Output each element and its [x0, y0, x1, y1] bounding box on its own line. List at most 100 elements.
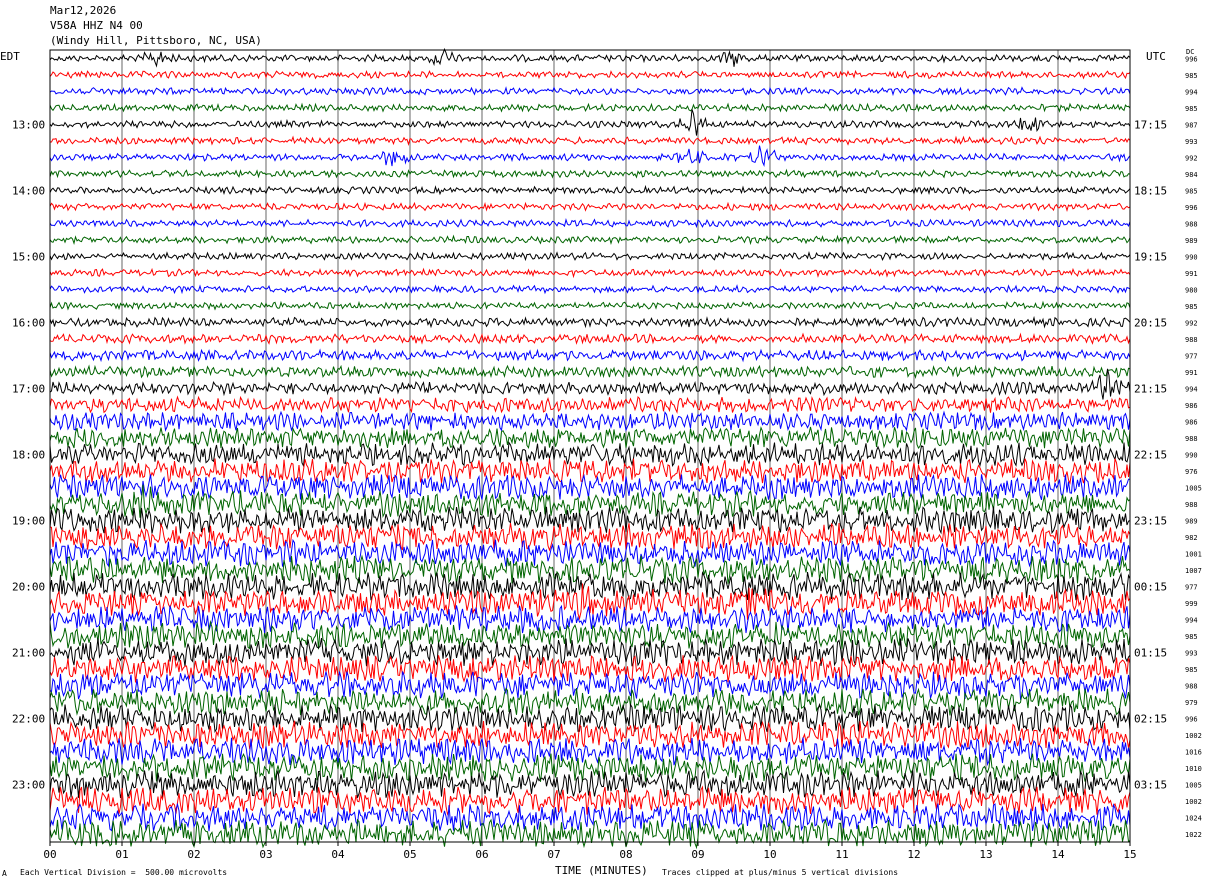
dc-offset-label: 988 — [1185, 220, 1198, 228]
trace-40 — [49, 702, 1131, 734]
dc-offset-label: 1001 — [1185, 550, 1202, 558]
dc-offset-label: 988 — [1185, 435, 1198, 443]
clip-note: Traces clipped at plus/minus 5 vertical … — [662, 868, 899, 877]
x-tick-label-06: 06 — [475, 848, 488, 861]
x-tick-label-13: 13 — [979, 848, 992, 861]
dc-offset-label: 993 — [1185, 649, 1198, 657]
right-time-label: 03:15 — [1134, 778, 1167, 791]
dc-offset-label: 991 — [1185, 270, 1198, 278]
dc-offset-label: 1005 — [1185, 484, 1202, 492]
trace-8 — [49, 184, 1131, 196]
corner-mark: A — [2, 869, 7, 878]
left-time-label: 23:00 — [12, 778, 45, 791]
dc-offset-label: 1002 — [1185, 798, 1202, 806]
left-time-label: 18:00 — [12, 448, 45, 461]
x-tick-label-11: 11 — [835, 848, 848, 861]
x-tick-label-02: 02 — [187, 848, 200, 861]
trace-11 — [49, 234, 1131, 246]
trace-27 — [49, 484, 1131, 519]
trace-39 — [49, 687, 1131, 717]
dc-offset-label: 1010 — [1185, 765, 1202, 773]
dc-offset-label: 987 — [1185, 121, 1198, 129]
trace-5 — [50, 135, 1131, 146]
dc-offset-label: 996 — [1185, 715, 1198, 723]
trace-26 — [49, 473, 1130, 501]
trace-15 — [49, 300, 1131, 311]
dc-offset-label: 994 — [1185, 385, 1198, 393]
dc-offset-label: 1007 — [1185, 567, 1202, 575]
trace-19 — [49, 364, 1131, 379]
dc-offset-label: 994 — [1185, 616, 1198, 624]
left-time-label: 21:00 — [12, 646, 45, 659]
trace-22 — [49, 410, 1131, 432]
trace-31 — [49, 554, 1131, 585]
right-time-label: 23:15 — [1134, 514, 1167, 527]
trace-7 — [49, 168, 1131, 179]
trace-43 — [49, 752, 1131, 784]
dc-offset-label: 1016 — [1185, 748, 1202, 756]
right-time-label: 02:15 — [1134, 712, 1167, 725]
dc-offset-label: 982 — [1185, 534, 1198, 542]
dc-offset-label: 977 — [1185, 352, 1198, 360]
dc-offset-label: 996 — [1185, 204, 1198, 212]
trace-45 — [49, 785, 1131, 816]
trace-4 — [49, 109, 1131, 136]
dc-offset-label: 992 — [1185, 154, 1198, 162]
dc-offset-label: 980 — [1185, 286, 1198, 294]
dc-offset-label: 986 — [1185, 402, 1198, 410]
x-tick-label-14: 14 — [1051, 848, 1065, 861]
trace-10 — [49, 217, 1131, 229]
x-tick-label-15: 15 — [1123, 848, 1136, 861]
trace-1 — [49, 69, 1131, 80]
dc-offset-label: 985 — [1185, 633, 1198, 641]
dc-offset-label: 1024 — [1185, 814, 1202, 822]
dc-offset-label: 985 — [1185, 105, 1198, 113]
left-time-label: 15:00 — [12, 250, 45, 263]
x-tick-label-07: 07 — [547, 848, 560, 861]
x-axis-title: TIME (MINUTES) — [555, 864, 648, 877]
dc-offset-label: 989 — [1185, 517, 1198, 525]
dc-offset-label: 1002 — [1185, 732, 1202, 740]
x-tick-label-01: 01 — [115, 848, 128, 861]
x-tick-label-04: 04 — [331, 848, 345, 861]
dc-offset-label: 985 — [1185, 303, 1198, 311]
right-time-label: 18:15 — [1134, 184, 1167, 197]
dc-offset-label: 1022 — [1185, 831, 1202, 839]
dc-offset-label: 990 — [1185, 253, 1198, 261]
dc-offset-label: 988 — [1185, 336, 1198, 344]
trace-46 — [49, 802, 1131, 832]
trace-6 — [49, 145, 1131, 167]
scale-note: Each Vertical Division = 500.00 microvol… — [20, 868, 228, 877]
trace-13 — [49, 267, 1131, 279]
x-tick-label-12: 12 — [907, 848, 920, 861]
trace-12 — [49, 251, 1131, 262]
trace-9 — [49, 201, 1131, 213]
trace-28 — [49, 506, 1131, 535]
x-tick-label-10: 10 — [763, 848, 776, 861]
dc-offset-label: 993 — [1185, 138, 1198, 146]
left-time-label: 14:00 — [12, 184, 45, 197]
right-time-label: 01:15 — [1134, 646, 1167, 659]
dc-offset-label: 996 — [1185, 55, 1198, 63]
dc-offset-label: 988 — [1185, 501, 1198, 509]
trace-2 — [49, 86, 1131, 97]
trace-23 — [49, 426, 1131, 450]
x-tick-label-09: 09 — [691, 848, 704, 861]
dc-offset-label: 986 — [1185, 418, 1198, 426]
dc-offset-label: 984 — [1185, 171, 1198, 179]
x-tick-label-03: 03 — [259, 848, 272, 861]
left-time-label: 16:00 — [12, 316, 45, 329]
dc-offset-label: 985 — [1185, 187, 1198, 195]
left-time-label: 19:00 — [12, 514, 45, 527]
right-time-label: 00:15 — [1134, 580, 1167, 593]
right-time-label: 17:15 — [1134, 118, 1167, 131]
x-tick-label-05: 05 — [403, 848, 416, 861]
dc-offset-label: 990 — [1185, 451, 1198, 459]
trace-3 — [49, 102, 1131, 113]
dc-offset-label: 992 — [1185, 319, 1198, 327]
right-time-label: 21:15 — [1134, 382, 1167, 395]
trace-layer — [49, 47, 1131, 850]
dc-offset-label: 988 — [1185, 682, 1198, 690]
dc-offset-label: 985 — [1185, 666, 1198, 674]
right-time-label: 20:15 — [1134, 316, 1167, 329]
